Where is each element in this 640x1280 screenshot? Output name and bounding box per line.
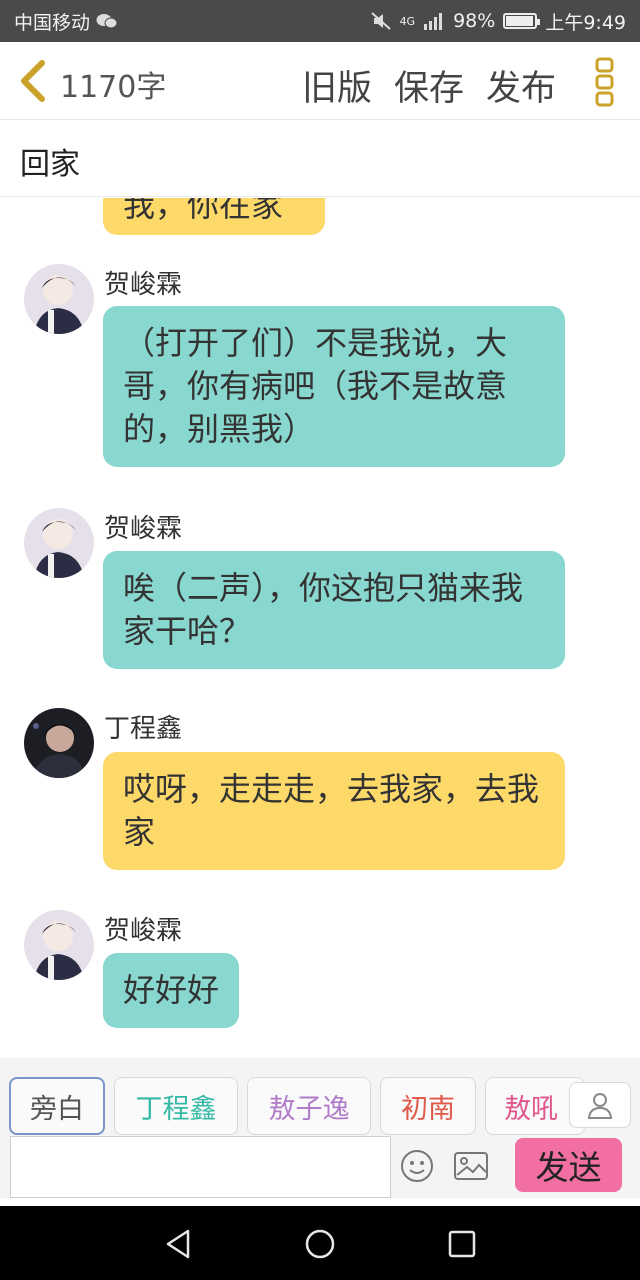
avatar[interactable] — [24, 508, 94, 578]
status-bar: 中国移动 4G 98% 上午9:49 — [0, 0, 640, 42]
avatar[interactable] — [24, 264, 94, 334]
send-label: 发送 — [535, 1148, 602, 1187]
message-text: 好好好 — [123, 971, 220, 1009]
send-button[interactable]: 发送 — [515, 1138, 622, 1192]
role-ao-ziyi[interactable]: 敖子逸 — [247, 1077, 371, 1135]
message-text: （打开了们）不是我说，大哥，你有病吧（我不是故意的，别黑我） — [123, 324, 508, 448]
save-button[interactable]: 保存 — [394, 60, 464, 111]
message-text: 哎呀，走走走，去我家，去我家 — [123, 770, 540, 851]
network-label: 4G — [399, 14, 416, 28]
compose-toolbar: 旁白 丁程鑫 敖子逸 初南 敖吼 发送 — [0, 1058, 640, 1198]
message-text: 唉（二声），你这抱只猫来我家干哈？ — [123, 569, 524, 650]
role-label: 初南 — [401, 1093, 455, 1125]
battery-icon — [503, 13, 541, 29]
mute-icon — [370, 11, 392, 31]
app-screen: 中国移动 4G 98% 上午9:49 1170字 旧版 保存 发布 回家 我，你… — [0, 0, 640, 1280]
message-bubble[interactable]: 好好好 — [103, 953, 240, 1028]
story-title: 回家 — [20, 147, 80, 182]
system-nav-bar — [0, 1206, 640, 1280]
back-chevron-icon[interactable] — [14, 59, 54, 103]
recents-square-icon[interactable] — [444, 1226, 480, 1262]
avatar[interactable] — [24, 910, 94, 980]
carrier-label: 中国移动 — [14, 11, 91, 34]
char-count: 1170字 — [60, 70, 167, 105]
role-chu-nan[interactable]: 初南 — [380, 1077, 476, 1135]
sender-name: 贺峻霖 — [104, 514, 183, 544]
partial-bubble-text: 我，你在家 — [123, 198, 284, 224]
publish-button[interactable]: 发布 — [486, 60, 556, 111]
role-label: 旁白 — [30, 1093, 84, 1125]
sender-name: 丁程鑫 — [104, 714, 183, 744]
message-input[interactable] — [10, 1136, 391, 1198]
partial-bubble: 我，你在家 — [103, 198, 325, 235]
clock: 上午9:49 — [545, 11, 626, 34]
person-icon[interactable] — [569, 1082, 631, 1128]
role-ding-chengxin[interactable]: 丁程鑫 — [114, 1077, 238, 1135]
title-row[interactable]: 回家 — [0, 121, 640, 197]
wechat-icon — [96, 12, 118, 30]
signal-icon — [423, 12, 445, 30]
editor-header: 1170字 旧版 保存 发布 — [0, 42, 640, 120]
image-icon[interactable] — [453, 1150, 489, 1182]
old-version-button[interactable]: 旧版 — [302, 60, 372, 111]
back-triangle-icon[interactable] — [160, 1226, 196, 1262]
message-bubble[interactable]: （打开了们）不是我说，大哥，你有病吧（我不是故意的，别黑我） — [103, 306, 565, 467]
role-label: 丁程鑫 — [135, 1093, 217, 1125]
role-label: 敖子逸 — [268, 1093, 350, 1125]
message-bubble[interactable]: 唉（二声），你这抱只猫来我家干哈？ — [103, 551, 565, 669]
message-bubble[interactable]: 哎呀，走走走，去我家，去我家 — [103, 752, 565, 870]
sender-name: 贺峻霖 — [104, 270, 183, 300]
chat-area[interactable]: 我，你在家 贺峻霖 （打开了们）不是我说，大哥，你有病吧（我不是故意的，别黑我）… — [0, 198, 640, 1056]
emoji-icon[interactable] — [400, 1149, 434, 1183]
more-icon[interactable] — [594, 56, 616, 108]
role-label: 敖吼 — [504, 1093, 558, 1125]
home-circle-icon[interactable] — [302, 1226, 338, 1262]
sender-name: 贺峻霖 — [104, 916, 183, 946]
battery-percent: 98% — [453, 10, 496, 32]
role-narration[interactable]: 旁白 — [9, 1077, 105, 1135]
avatar[interactable] — [24, 708, 94, 778]
